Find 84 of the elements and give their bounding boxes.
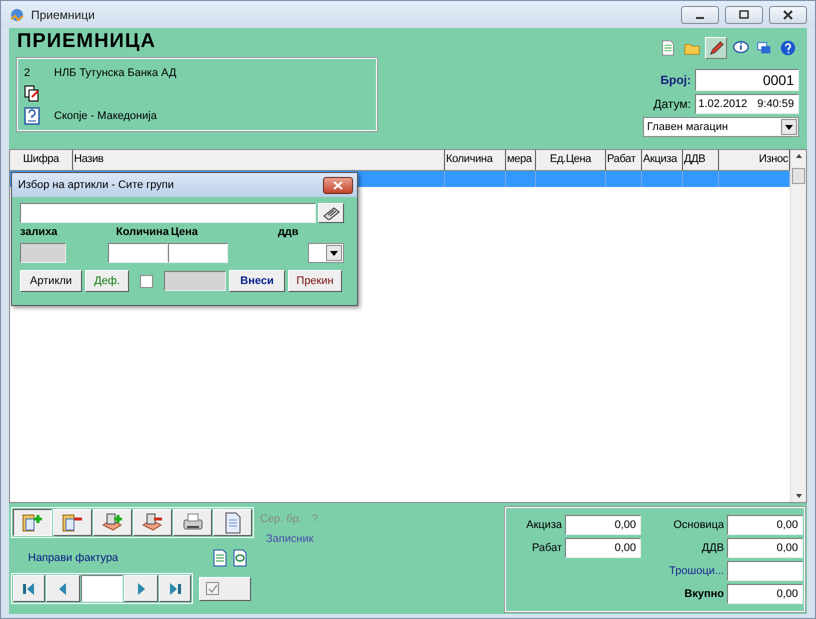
scrollbar[interactable]: [790, 150, 806, 502]
form-title: ПРИЕМНИЦА: [17, 30, 157, 54]
total-field: 0,00: [565, 538, 641, 558]
maximize-icon: [739, 10, 749, 20]
total-label: Основица: [673, 519, 724, 531]
column-header[interactable]: ДДВ: [683, 150, 719, 170]
partner-code: 2: [24, 67, 32, 79]
quantity-field[interactable]: [108, 243, 168, 263]
column-header[interactable]: Назив: [73, 150, 445, 170]
costs-link[interactable]: Трошоци...: [669, 565, 724, 577]
stock-label: залиха: [20, 226, 58, 238]
next-button[interactable]: [124, 575, 158, 602]
close-icon: [333, 180, 343, 190]
price-label: Цена: [170, 226, 199, 238]
edit-note-icon[interactable]: [24, 107, 40, 125]
last-button[interactable]: [159, 575, 191, 602]
column-header[interactable]: мера: [506, 150, 536, 170]
column-header[interactable]: Количина: [445, 150, 506, 170]
total-field: 0,00: [565, 515, 641, 535]
vat-select[interactable]: [308, 243, 344, 263]
help-icon: [779, 39, 797, 57]
cancel-button[interactable]: Прекин: [288, 270, 342, 292]
pencil-icon: [707, 39, 725, 57]
minimize-icon: [696, 16, 704, 18]
dialog-title: Избор на артикли - Сите групи: [18, 179, 174, 191]
total-field: 0,00: [727, 584, 803, 604]
scroll-down-icon: [794, 494, 802, 499]
app-icon: [9, 6, 25, 22]
check-icon: [208, 584, 218, 594]
total-label: ДДВ: [702, 542, 724, 554]
date-label: Датум:: [653, 97, 691, 111]
document-link-icon[interactable]: [232, 549, 248, 567]
column-header[interactable]: Ед.Цена: [536, 150, 606, 170]
notes-link[interactable]: Записник: [266, 533, 318, 545]
partner-name: НЛБ Тутунска Банка АД: [54, 67, 178, 79]
scroll-thumb[interactable]: [792, 168, 805, 184]
keyboard-icon: [322, 206, 340, 220]
number-label: Број:: [660, 73, 691, 87]
record-field[interactable]: [81, 575, 123, 602]
default-checkbox[interactable]: [140, 274, 153, 288]
column-header[interactable]: Акциза: [642, 150, 683, 170]
window-title: Приемници: [31, 8, 96, 22]
last-icon: [167, 580, 183, 596]
document-icon[interactable]: [24, 85, 40, 103]
toolbar-button[interactable]: [13, 509, 52, 536]
total-field: 0,00: [727, 515, 803, 535]
previous-button[interactable]: [46, 575, 80, 602]
quantity-label: Количина: [116, 226, 169, 238]
dropdown-arrow-icon: [785, 124, 793, 130]
default-button[interactable]: Деф.: [85, 270, 129, 292]
articles-button[interactable]: Артикли: [20, 270, 82, 292]
confirmed-checkbox[interactable]: [206, 582, 219, 595]
total-label: Рабат: [532, 542, 562, 554]
column-header[interactable]: Рабат: [606, 150, 642, 170]
dropdown-arrow-icon: [330, 250, 338, 256]
maximize-button[interactable]: [725, 6, 763, 24]
document-icon[interactable]: [212, 549, 228, 567]
readonly-field: [164, 271, 226, 291]
serial-value: ?: [312, 513, 318, 525]
enter-button[interactable]: Внеси: [229, 270, 285, 292]
scroll-up-icon: [794, 153, 802, 158]
partner-city: Скопје - Македонија: [54, 110, 158, 122]
stock-field: [20, 243, 66, 263]
serial-label: Сер. бр.: [260, 513, 302, 525]
total-label: Вкупно: [684, 588, 724, 600]
number-field[interactable]: 0001: [695, 69, 799, 91]
date-field[interactable]: 1.02.2012 9:40:59: [695, 94, 799, 114]
first-icon: [21, 580, 37, 596]
warehouse-select[interactable]: Главен магацин: [643, 117, 799, 137]
search-field[interactable]: [20, 203, 316, 223]
invoice-link[interactable]: Направи фактура: [28, 552, 208, 564]
total-label: Акциза: [526, 519, 562, 531]
confirm-button[interactable]: [199, 576, 251, 600]
close-button[interactable]: [769, 6, 807, 24]
close-icon: [783, 10, 793, 20]
price-field[interactable]: [168, 243, 228, 263]
first-button[interactable]: [13, 575, 45, 602]
total-field: 0,00: [727, 538, 803, 558]
column-header[interactable]: Шифра: [10, 150, 73, 170]
minimize-button[interactable]: [681, 6, 719, 24]
close-button[interactable]: [323, 176, 353, 194]
keyboard-button[interactable]: [318, 203, 344, 223]
page-icon: [659, 39, 677, 57]
vat-label: ддв: [278, 226, 299, 238]
